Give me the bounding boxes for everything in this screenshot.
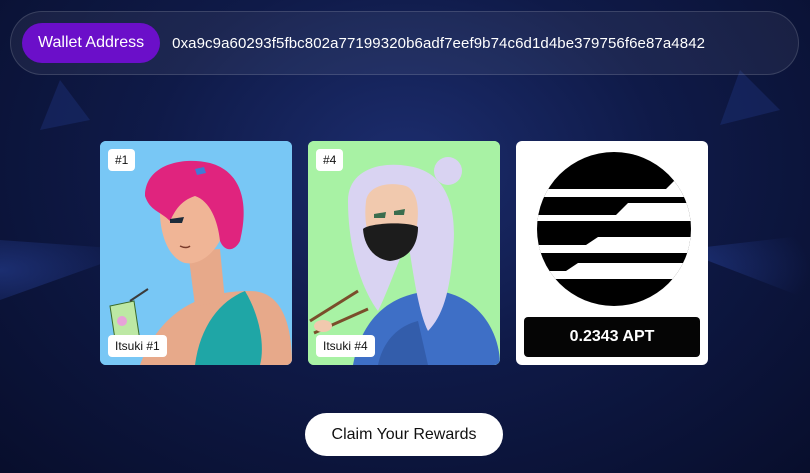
nft-image-itsuki-1 [100,141,292,365]
token-reward-card: 0.2343 APT [516,141,708,365]
wallet-address-label[interactable]: Wallet Address [22,23,161,63]
token-reward-amount: 0.2343 APT [524,317,700,357]
nft-image-itsuki-4 [308,141,500,365]
wallet-bar: Wallet Address 0xa9c9a60293f5fbc802a7719… [10,11,799,75]
nft-name-badge: Itsuki #1 [108,335,167,357]
claim-rewards-button[interactable]: Claim Your Rewards [305,413,503,456]
nft-card-itsuki-4[interactable]: #4 Itsuki #4 [308,141,500,365]
nft-card-itsuki-1[interactable]: #1 Itsuki #1 [100,141,292,365]
nft-number-badge: #1 [108,149,136,171]
nft-number-badge: #4 [316,149,344,171]
wallet-address-value: 0xa9c9a60293f5fbc802a77199320b6adf7eef9b… [172,34,706,52]
nft-name-badge: Itsuki #4 [316,335,375,357]
